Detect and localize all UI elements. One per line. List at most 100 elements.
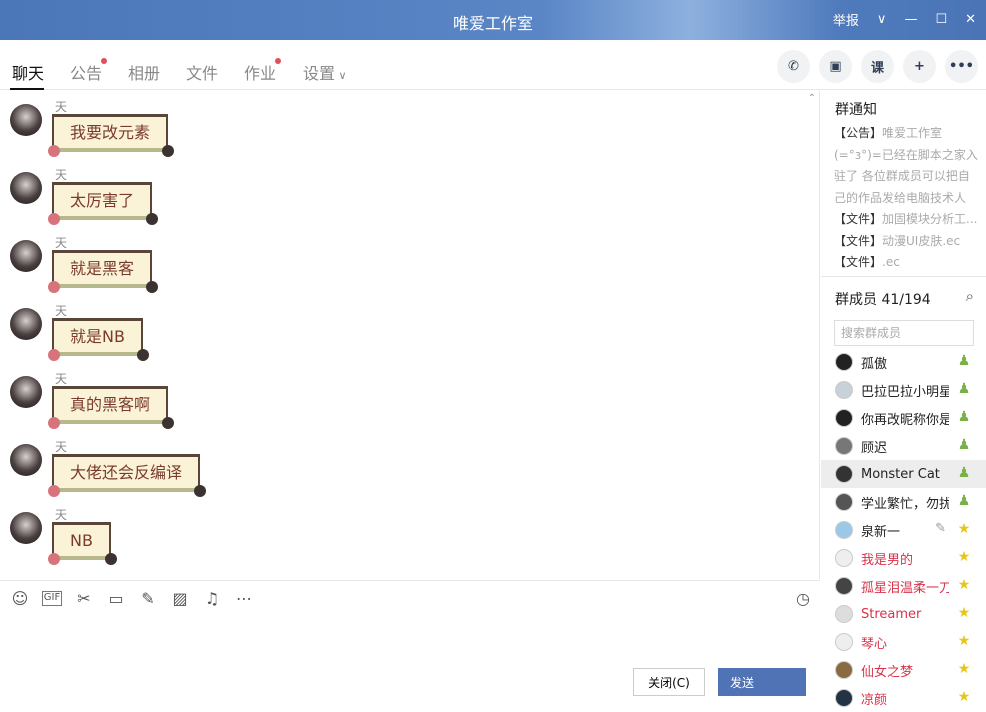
add-app-icon: + [914,59,925,74]
tab-label: 聊天 [12,64,45,83]
tab-label: 文件 [186,64,219,83]
title-bar: 唯爱工作室 举报 ∨ — ☐ ✕ [0,0,986,40]
message-bubble: 就是NB [48,318,149,361]
emoji-icon[interactable]: ☺ [10,589,30,608]
add-app-button[interactable]: + [903,50,936,83]
star-badge-icon: ★ [957,605,971,621]
send-button[interactable]: 发送 [718,668,806,696]
tab-2[interactable]: 相册 [128,60,160,84]
doodle-icon[interactable]: ✎ [138,589,158,608]
notice-text: 动漫UI皮肤.ec [882,233,961,248]
folder-icon[interactable]: ▭ [106,589,126,608]
member-name: 琴心 [861,636,888,652]
avatar[interactable] [10,104,42,136]
member-item[interactable]: 你再改昵称你是 ♟ [821,404,986,432]
chevron-down-icon[interactable]: ∨ [877,12,887,27]
avatar [835,549,853,567]
maximize-icon[interactable]: ☐ [935,12,947,27]
search-icon[interactable]: ⌕ [966,287,974,305]
member-item[interactable]: 仙女之梦 ★ [821,656,986,684]
notice-item[interactable]: 【文件】.ec [834,252,979,274]
member-name: 顾迟 [861,440,888,456]
notice-tag: 【文件】 [834,233,883,248]
member-item[interactable]: 琴心 ★ [821,628,986,656]
admin-badge-icon: ♟ [957,353,971,369]
notice-item[interactable]: 【公告】唯爱工作室(=°з°)=已经在脚本之家入驻了 各位群成员可以把自己的作品… [834,123,979,209]
avatar[interactable] [10,172,42,204]
avatar [835,409,853,427]
avatar[interactable] [10,444,42,476]
side-panel: 群通知 【公告】唯爱工作室(=°з°)=已经在脚本之家入驻了 各位群成员可以把自… [821,91,986,708]
edit-icon[interactable]: ✎ [935,521,946,536]
member-item[interactable]: 学业繁忙，勿扰 ♟ [821,488,986,516]
star-badge-icon: ★ [957,689,971,705]
more-icon[interactable]: ⋯ [234,589,254,608]
avatar [835,689,853,707]
notice-title: 群通知 [835,102,877,118]
avatar[interactable] [10,240,42,272]
notice-list: 【公告】唯爱工作室(=°з°)=已经在脚本之家入驻了 各位群成员可以把自己的作品… [834,123,979,274]
notice-tag: 【文件】 [834,212,883,226]
scroll-top-icon[interactable]: ⌃ [808,93,816,104]
gif-icon[interactable]: GIF [42,591,62,606]
message-bubble: 太厉害了 [47,182,159,225]
more-button[interactable]: ••• [945,50,978,83]
notice-item[interactable]: 【文件】加固模块分析工... [834,209,979,231]
member-item[interactable]: Streamer ★ [821,600,986,628]
tab-label: 相册 [128,64,161,83]
avatar [835,521,853,539]
member-item[interactable]: 孤傲 ♟ [821,348,986,376]
tab-label: 作业 [244,64,277,83]
member-name: 我是男的 [861,552,914,568]
tab-0[interactable]: 聊天 [12,60,44,84]
avatar[interactable] [10,376,42,408]
chat-history[interactable]: ⌃ 天域我要改元素天域太厉害了天域就是黑客天域就是NB天域真的黑客啊天域大佬还会… [0,91,820,579]
member-item[interactable]: 我是男的 ★ [821,544,986,572]
member-name: Streamer [861,606,922,622]
tab-bar: ✆ ▣ 课 + ••• 聊天 公告 相册 文件 作业 设置 ∨ [0,40,986,90]
image-icon[interactable]: ▨ [170,589,190,608]
admin-badge-icon: ♟ [957,493,971,509]
input-area: ☺ GIF ✂ ▭ ✎ ▨ ♫ ⋯ ◷ 关闭(C) 发送 [0,580,820,708]
tab-3[interactable]: 文件 [186,60,218,84]
avatar[interactable] [10,512,42,544]
avatar[interactable] [10,308,42,340]
member-search-input[interactable] [834,320,974,346]
member-name: 凉颜 [861,692,888,708]
message-bubble: 大佬还会反编译 [47,454,207,497]
avatar [835,661,853,679]
member-item[interactable]: 顾迟 ♟ [821,432,986,460]
tab-4[interactable]: 作业 [244,58,282,84]
avatar [835,605,853,623]
member-name: 学业繁忙，勿扰 [861,496,949,512]
avatar [835,577,853,595]
member-item[interactable]: 巴拉巴拉小明星 ♟ [821,376,986,404]
avatar [835,353,853,371]
minimize-icon[interactable]: — [904,12,917,27]
history-clock-icon[interactable]: ◷ [796,589,810,608]
tab-5[interactable]: 设置 ∨ [303,60,347,84]
close-icon[interactable]: ✕ [965,12,976,27]
message-bubble: NB [48,522,117,565]
member-item[interactable]: 泉新一 ✎ ★ [821,516,986,544]
message-bubble: 就是黑客 [47,250,159,293]
avatar [835,493,853,511]
report-button[interactable]: 举报 [833,10,859,29]
phone-button[interactable]: ✆ [777,50,810,83]
chevron-down-icon: ∨ [335,69,347,82]
member-item[interactable]: Monster Cat ♟ [821,460,986,488]
member-name: 孤傲 [861,356,888,372]
message-bubble: 真的黑客啊 [47,386,175,429]
screenshot-icon[interactable]: ✂ [74,589,94,608]
bell-icon[interactable]: ♫ [202,589,222,608]
tab-1[interactable]: 公告 [70,58,108,84]
member-item[interactable]: 孤星泪温柔一刀 ★ [821,572,986,600]
notice-item[interactable]: 【文件】动漫UI皮肤.ec [834,231,979,253]
close-button[interactable]: 关闭(C) [633,668,705,696]
member-name: 巴拉巴拉小明星 [861,384,949,400]
avatar [835,381,853,399]
member-name: 你再改昵称你是 [861,412,949,428]
class-button[interactable]: 课 [861,50,894,83]
video-button[interactable]: ▣ [819,50,852,83]
avatar [835,633,853,651]
